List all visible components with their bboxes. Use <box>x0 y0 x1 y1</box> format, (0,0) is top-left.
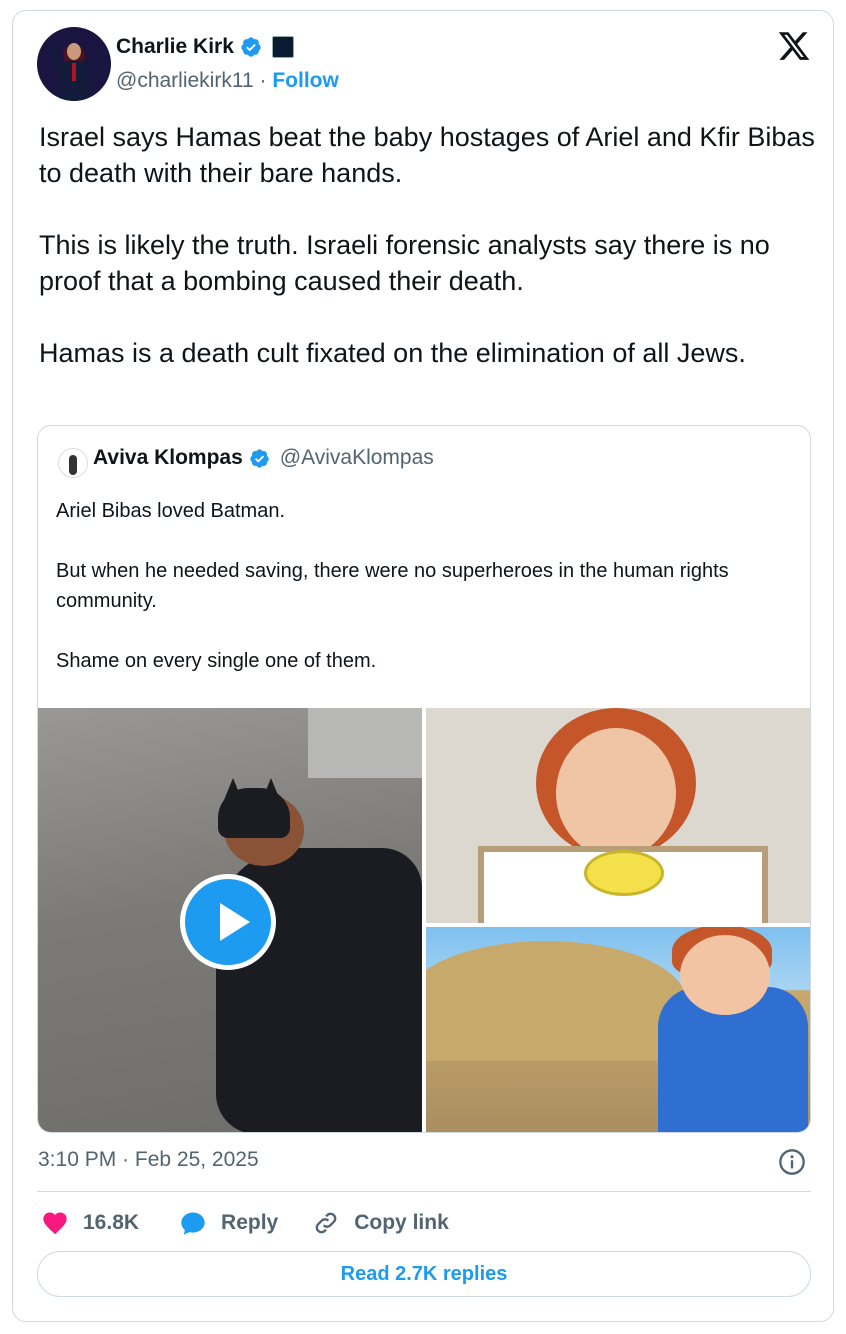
tweet-text: Israel says Hamas beat the baby hostages… <box>39 119 819 407</box>
quoted-tweet[interactable]: Aviva Klompas @AvivaKlompas Ariel Bibas … <box>37 425 811 1133</box>
author-avatar[interactable] <box>37 27 111 101</box>
photo-child-batman-shirt[interactable] <box>426 927 810 1132</box>
tweet-card: Charlie Kirk @charliekirk11 · Follow Isr… <box>12 10 834 1322</box>
quote-author-handle: @AvivaKlompas <box>279 446 434 469</box>
play-icon[interactable] <box>180 874 276 970</box>
reply-label: Reply <box>221 1211 279 1234</box>
info-icon[interactable] <box>778 1148 806 1176</box>
quote-header: Aviva Klompas @AvivaKlompas <box>93 446 434 470</box>
follow-button[interactable]: Follow <box>272 69 339 92</box>
quote-paragraph: Ariel Bibas loved Batman. <box>56 500 286 522</box>
divider <box>37 1191 811 1192</box>
author-name[interactable]: Charlie Kirk <box>116 35 234 59</box>
reply-icon <box>181 1212 205 1235</box>
author-handle-row: @charliekirk11 · Follow <box>116 69 339 93</box>
author-name-row: Charlie Kirk <box>116 35 294 59</box>
quote-author-avatar <box>58 448 88 478</box>
heart-icon <box>43 1212 67 1235</box>
reply-button[interactable]: Reply <box>179 1209 278 1237</box>
like-count: 16.8K <box>83 1211 140 1234</box>
verified-icon <box>250 448 269 468</box>
affiliation-badge-icon[interactable] <box>271 36 294 58</box>
author-handle[interactable]: @charliekirk11 <box>116 69 254 92</box>
x-logo-icon[interactable] <box>777 29 811 63</box>
tweet-paragraph: Hamas is a death cult fixated on the eli… <box>39 338 746 368</box>
like-button[interactable]: 16.8K <box>41 1209 139 1237</box>
tweet-paragraph: This is likely the truth. Israeli forens… <box>39 230 770 296</box>
video-thumbnail[interactable] <box>38 708 422 1132</box>
copy-link-button[interactable]: Copy link <box>312 1209 449 1237</box>
handle-separator: · <box>259 69 267 92</box>
verified-icon <box>241 37 261 57</box>
quote-paragraph: But when he needed saving, there were no… <box>56 560 729 612</box>
action-bar: 16.8K Reply Copy link <box>41 1209 449 1237</box>
link-icon <box>315 1212 337 1234</box>
tweet-paragraph: Israel says Hamas beat the baby hostages… <box>39 122 815 188</box>
quote-text: Ariel Bibas loved Batman. But when he ne… <box>56 496 796 706</box>
copy-link-label: Copy link <box>354 1211 449 1234</box>
read-replies-button[interactable]: Read 2.7K replies <box>37 1251 811 1297</box>
media-grid <box>38 708 810 1132</box>
photo-child-with-sign[interactable] <box>426 708 810 923</box>
quote-author-name: Aviva Klompas <box>93 446 243 469</box>
quote-paragraph: Shame on every single one of them. <box>56 650 377 672</box>
tweet-timestamp[interactable]: 3:10 PM · Feb 25, 2025 <box>38 1148 259 1172</box>
